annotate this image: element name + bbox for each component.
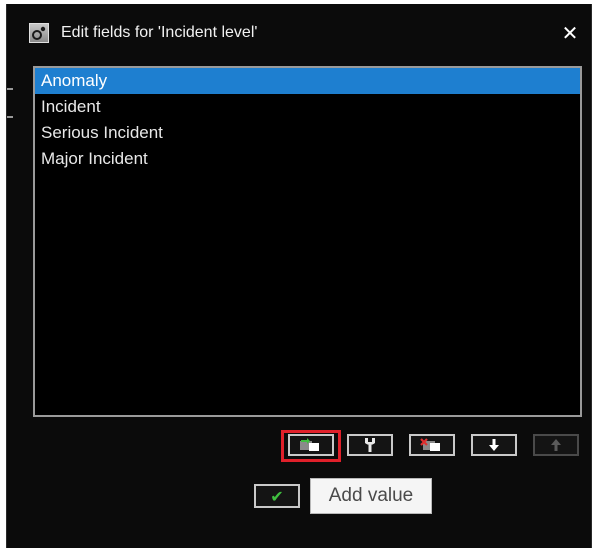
arrow-down-icon (489, 439, 499, 451)
list-toolbar (7, 430, 591, 462)
title-bar[interactable]: Edit fields for 'Incident level' ✕ (7, 4, 591, 56)
settings-window-icon (29, 23, 49, 43)
edit-value-icon (365, 438, 375, 452)
edge-marker (7, 88, 13, 90)
move-down-button[interactable] (471, 434, 517, 456)
delete-value-icon (420, 438, 440, 451)
values-list[interactable]: Anomaly Incident Serious Incident Major … (33, 66, 582, 417)
add-value-button[interactable] (288, 434, 334, 456)
list-item[interactable]: Major Incident (35, 146, 580, 172)
list-item[interactable]: Anomaly (35, 68, 580, 94)
confirm-button[interactable]: ✔ (254, 484, 300, 508)
close-icon[interactable]: ✕ (558, 22, 582, 45)
move-up-button[interactable] (533, 434, 579, 456)
tooltip: Add value (310, 478, 432, 514)
edit-fields-dialog: Edit fields for 'Incident level' ✕ Anoma… (6, 4, 592, 548)
edit-value-button[interactable] (347, 434, 393, 456)
dialog-title: Edit fields for 'Incident level' (61, 24, 258, 41)
add-value-icon (300, 438, 319, 451)
check-icon: ✔ (270, 486, 284, 506)
delete-value-button[interactable] (409, 434, 455, 456)
edge-marker (7, 116, 13, 118)
list-item[interactable]: Incident (35, 94, 580, 120)
list-item[interactable]: Serious Incident (35, 120, 580, 146)
arrow-up-icon (551, 439, 561, 451)
